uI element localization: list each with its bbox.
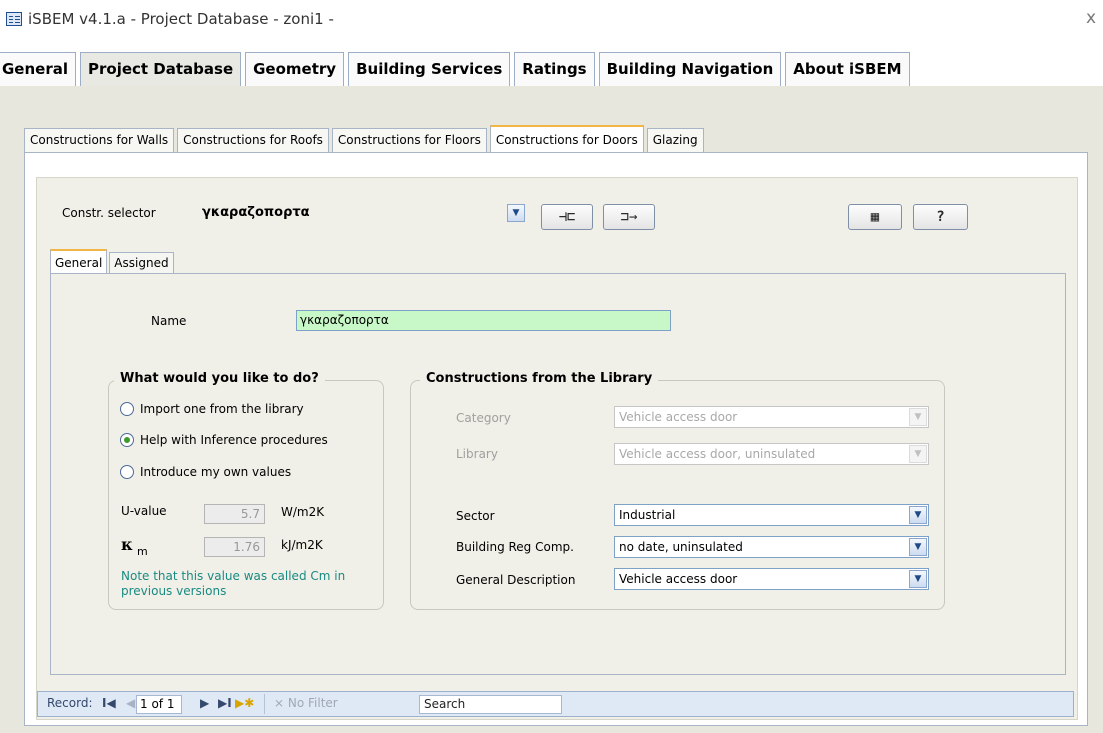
tab-general[interactable]: General	[0, 52, 76, 86]
radio-button[interactable]	[120, 465, 134, 479]
next-record-icon[interactable]: ▶	[200, 696, 209, 710]
tab-constructions-floors[interactable]: Constructions for Floors	[331, 128, 487, 153]
chevron-down-icon: ▼	[909, 445, 927, 463]
u-value-label: U-value	[121, 504, 167, 518]
chevron-down-icon[interactable]: ▼	[507, 204, 525, 222]
record-navigator: Record: I◀ ◀ 1 of 1 ▶ ▶I ▶✱ ⨯ No Filter …	[37, 691, 1074, 717]
new-record-icon[interactable]: ▶✱	[235, 696, 254, 710]
sector-label: Sector	[456, 509, 495, 523]
detail-tab-bar: General Assigned	[50, 248, 176, 275]
km-subscript: m	[137, 545, 148, 558]
add-construction-button[interactable]: ⊣⊏	[541, 204, 593, 230]
previous-record-icon[interactable]: ◀	[126, 696, 135, 710]
sector-value: Industrial	[619, 508, 676, 522]
chevron-down-icon: ▼	[909, 408, 927, 426]
radio-own-values[interactable]: Introduce my own values	[120, 465, 291, 479]
constr-selector-combo[interactable]: γκαραζοπορτα	[202, 205, 310, 220]
no-filter-button[interactable]: ⨯ No Filter	[274, 696, 338, 710]
radio-label: Help with Inference procedures	[140, 433, 328, 447]
library-label: Library	[456, 447, 498, 461]
tab-constructions-roofs[interactable]: Constructions for Roofs	[177, 128, 329, 153]
main-tab-bar: General Project Database Geometry Buildi…	[0, 52, 914, 86]
radio-inference[interactable]: Help with Inference procedures	[120, 433, 328, 447]
copy-construction-button[interactable]: ⊐→	[603, 204, 655, 230]
chevron-down-icon[interactable]: ▼	[909, 506, 927, 524]
tab-about-isbem[interactable]: About iSBEM	[785, 52, 910, 86]
building-reg-select[interactable]: no date, uninsulated ▼	[614, 536, 929, 558]
library-title: Constructions from the Library	[420, 371, 659, 386]
km-field: 1.76	[204, 537, 265, 557]
record-label: Record:	[47, 696, 93, 710]
building-reg-label: Building Reg Comp.	[456, 540, 574, 554]
building-reg-value: no date, uninsulated	[619, 540, 743, 554]
tab-detail-general[interactable]: General	[50, 249, 108, 275]
sector-select[interactable]: Industrial ▼	[614, 504, 929, 526]
navigator-divider	[264, 694, 265, 714]
first-record-icon[interactable]: I◀	[102, 696, 116, 710]
title-bar: iSBEM v4.1.a - Project Database - zoni1 …	[0, 0, 1103, 38]
chevron-down-icon[interactable]: ▼	[909, 570, 927, 588]
category-label: Category	[456, 411, 511, 425]
general-description-label: General Description	[456, 573, 576, 587]
radio-import-library[interactable]: Import one from the library	[120, 402, 304, 416]
library-value: Vehicle access door, uninsulated	[619, 447, 816, 461]
tab-constructions-doors[interactable]: Constructions for Doors	[489, 125, 644, 153]
category-value: Vehicle access door	[619, 410, 738, 424]
general-description-select[interactable]: Vehicle access door ▼	[614, 568, 929, 590]
last-record-icon[interactable]: ▶I	[218, 696, 232, 710]
search-input[interactable]: Search	[419, 695, 562, 714]
tab-geometry[interactable]: Geometry	[245, 52, 345, 86]
tab-ratings[interactable]: Ratings	[514, 52, 595, 86]
general-description-value: Vehicle access door	[619, 572, 738, 586]
category-select: Vehicle access door ▼	[614, 406, 929, 428]
record-position-input[interactable]: 1 of 1	[136, 695, 182, 714]
tab-detail-assigned[interactable]: Assigned	[109, 252, 174, 275]
table-view-button[interactable]: ▦	[848, 204, 902, 230]
help-button[interactable]: ?	[913, 204, 968, 230]
radio-label: Import one from the library	[140, 402, 304, 416]
constr-selector-label: Constr. selector	[62, 206, 156, 220]
access-form-icon	[6, 12, 22, 26]
tab-constructions-walls[interactable]: Constructions for Walls	[24, 128, 175, 153]
tab-project-database[interactable]: Project Database	[80, 52, 242, 86]
no-filter-label: No Filter	[287, 696, 338, 710]
u-value-field: 5.7	[204, 504, 265, 524]
radio-label: Introduce my own values	[140, 465, 292, 479]
chevron-down-icon[interactable]: ▼	[909, 538, 927, 556]
tab-glazing[interactable]: Glazing	[646, 128, 704, 153]
radio-button[interactable]	[120, 402, 134, 416]
tab-building-navigation[interactable]: Building Navigation	[598, 52, 782, 86]
window-title: iSBEM v4.1.a - Project Database - zoni1 …	[28, 10, 334, 28]
what-to-do-title: What would you like to do?	[114, 371, 325, 386]
library-select: Vehicle access door, uninsulated ▼	[614, 443, 929, 465]
tab-building-services[interactable]: Building Services	[348, 52, 511, 86]
construction-tab-bar: Constructions for Walls Constructions fo…	[24, 125, 707, 153]
u-value-unit: W/m2K	[281, 505, 325, 519]
km-symbol: κ	[121, 535, 133, 554]
name-input[interactable]: γκαραζοπορτα	[296, 310, 671, 331]
close-icon[interactable]: x	[1086, 8, 1096, 28]
radio-button[interactable]	[120, 433, 134, 447]
name-label: Name	[151, 314, 187, 328]
filter-icon: ⨯	[274, 696, 288, 710]
cm-note: Note that this value was called Cm in pr…	[121, 569, 346, 598]
km-unit: kJ/m2K	[281, 538, 323, 552]
